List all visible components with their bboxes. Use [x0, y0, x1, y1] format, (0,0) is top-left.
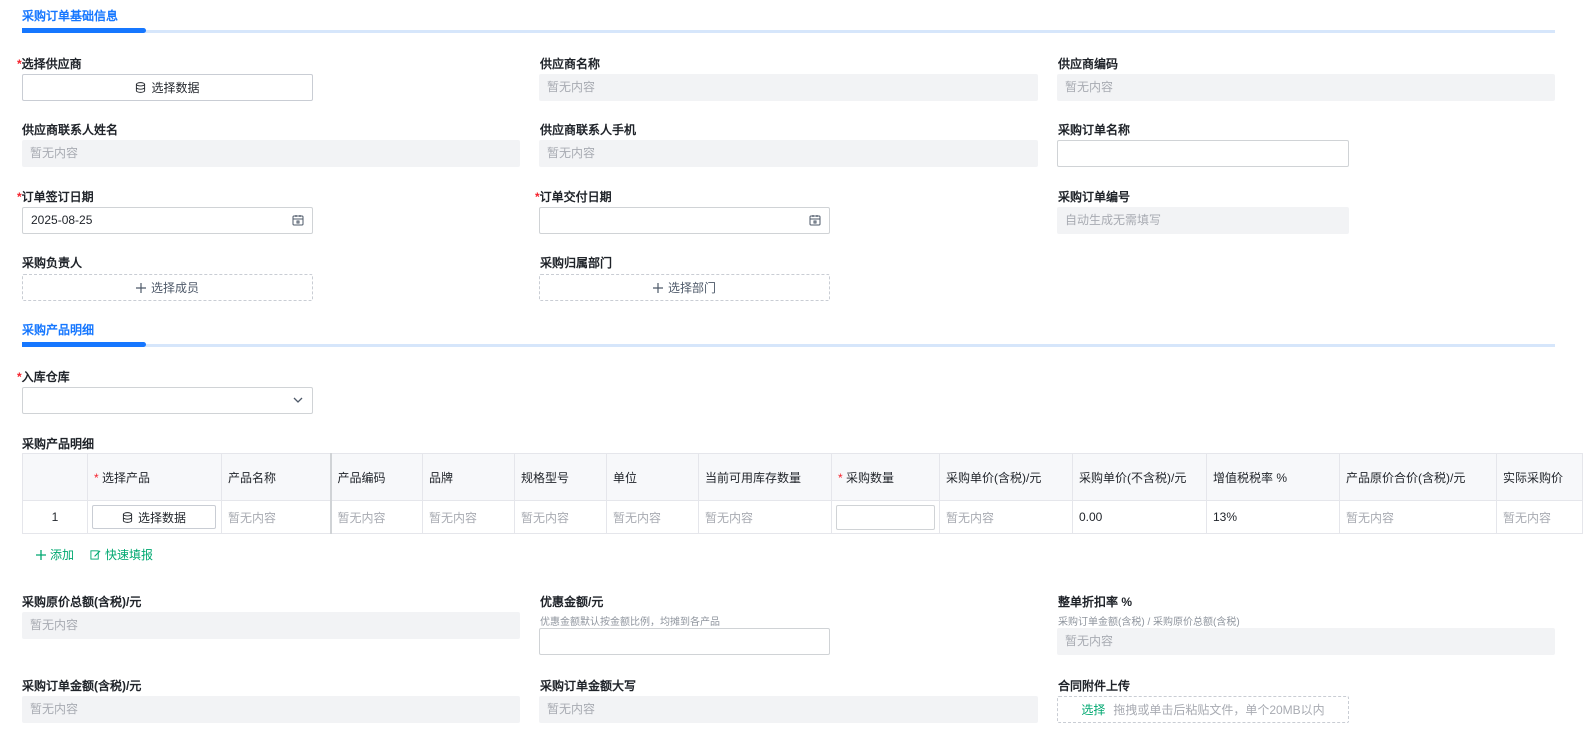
row-brand: 暂无内容 — [422, 500, 515, 534]
row-actual: 暂无内容 — [1496, 500, 1583, 534]
supplier-name-field: 暂无内容 — [539, 74, 1038, 101]
add-row-label: 添加 — [50, 548, 75, 562]
contact-phone-field: 暂无内容 — [539, 140, 1038, 167]
order-name-input[interactable] — [1057, 140, 1349, 167]
section-divider-active — [22, 28, 146, 33]
department-label: 采购归属部门 — [540, 256, 613, 270]
col-brand: 品牌 — [422, 453, 515, 501]
discount-rate-hint: 采购订单金额(含税) / 采购原价总额(含税) — [1058, 617, 1240, 628]
col-code: 产品编码 — [330, 453, 423, 501]
row-price-tax: 暂无内容 — [939, 500, 1073, 534]
col-actual: 实际采购价 — [1496, 453, 1583, 501]
quantity-input[interactable] — [836, 504, 935, 530]
discount-rate-field: 暂无内容 — [1057, 628, 1555, 655]
discount-rate-label: 整单折扣率 % — [1058, 595, 1133, 609]
delivery-date-label: *订单交付日期 — [535, 190, 612, 204]
row-spec: 暂无内容 — [514, 500, 607, 534]
plus-icon — [652, 282, 663, 293]
discount-label: 优惠金额/元 — [540, 595, 604, 609]
database-icon — [136, 82, 146, 93]
section-title-product-detail: 采购产品明细 — [22, 323, 95, 337]
edit-icon — [90, 550, 101, 560]
col-name: 产品名称 — [221, 453, 332, 501]
amount-upper-label: 采购订单金额大写 — [540, 679, 637, 693]
sign-date-value: 2025-08-25 — [31, 213, 93, 227]
attachment-label: 合同附件上传 — [1058, 679, 1131, 693]
plus-icon — [135, 282, 146, 293]
row-vat: 13% — [1206, 500, 1340, 534]
select-product-label: 选择数据 — [137, 510, 186, 525]
select-supplier-button-label: 选择数据 — [151, 81, 200, 95]
quick-fill-button[interactable]: 快速填报 — [90, 546, 153, 563]
col-price-notax: 采购单价(不含税)/元 — [1072, 453, 1207, 501]
select-supplier-button[interactable]: 选择数据 — [22, 74, 313, 101]
database-icon — [122, 511, 133, 523]
delivery-date-picker[interactable] — [539, 207, 830, 234]
select-product-button[interactable]: 选择数据 — [92, 505, 216, 529]
row-index: 1 — [22, 500, 88, 534]
row-orig-total: 暂无内容 — [1339, 500, 1497, 534]
amount-upper-field: 暂无内容 — [539, 696, 1038, 723]
row-qty-cell — [831, 500, 940, 534]
original-total-label: 采购原价总额(含税)/元 — [22, 595, 142, 609]
attachment-upload-area[interactable]: 选择 拖拽或单击后粘贴文件，单个20MB以内 — [1057, 696, 1349, 723]
product-detail-table: * 选择产品 产品名称 产品编码 品牌 规格型号 单位 当前可用库存数量 * 采… — [22, 453, 1583, 534]
col-price-tax: 采购单价(含税)/元 — [939, 453, 1073, 501]
quick-fill-label: 快速填报 — [105, 548, 154, 562]
col-spec: 规格型号 — [514, 453, 607, 501]
owner-label: 采购负责人 — [22, 256, 83, 270]
col-qty: * 采购数量 — [831, 453, 940, 501]
table-row: 1 选择数据 暂无内容 暂无内容 暂无内容 暂无内容 暂无内容 暂无内容 暂无内… — [22, 500, 1583, 534]
supplier-select-label: *选择供应商 — [17, 57, 82, 71]
col-orig-total: 产品原价合价(含税)/元 — [1339, 453, 1497, 501]
supplier-code-label: 供应商编码 — [1058, 57, 1119, 71]
order-name-label: 采购订单名称 — [1058, 123, 1131, 137]
order-amount-field: 暂无内容 — [22, 696, 520, 723]
col-index — [22, 453, 88, 501]
calendar-icon[interactable] — [292, 214, 304, 226]
order-no-field: 自动生成无需填写 — [1057, 207, 1349, 234]
table-header-row: * 选择产品 产品名称 产品编码 品牌 规格型号 单位 当前可用库存数量 * 采… — [22, 453, 1583, 501]
select-member-button[interactable]: 选择成员 — [22, 274, 313, 301]
warehouse-select[interactable] — [22, 387, 313, 414]
section-divider — [22, 30, 1555, 33]
col-product: * 选择产品 — [87, 453, 222, 501]
discount-input[interactable] — [539, 628, 830, 655]
calendar-icon[interactable] — [809, 214, 821, 226]
attachment-hint: 拖拽或单击后粘贴文件，单个20MB以内 — [1113, 703, 1325, 717]
select-department-label: 选择部门 — [667, 281, 716, 295]
add-row-button[interactable]: 添加 — [36, 546, 74, 563]
supplier-name-label: 供应商名称 — [540, 57, 601, 71]
section-title-basic-info: 采购订单基础信息 — [22, 9, 119, 23]
select-member-label: 选择成员 — [150, 281, 199, 295]
col-stock: 当前可用库存数量 — [698, 453, 832, 501]
warehouse-label: *入库仓库 — [17, 370, 70, 384]
sign-date-label: *订单签订日期 — [17, 190, 94, 204]
original-total-field: 暂无内容 — [22, 612, 520, 639]
contact-name-field: 暂无内容 — [22, 140, 520, 167]
discount-hint: 优惠金额默认按金额比例，均摊到各产品 — [540, 617, 720, 628]
sign-date-picker[interactable]: 2025-08-25 — [22, 207, 313, 234]
col-unit: 单位 — [606, 453, 699, 501]
chevron-down-icon — [293, 397, 303, 403]
row-code: 暂无内容 — [330, 500, 423, 534]
attachment-select-link[interactable]: 选择 — [1081, 701, 1105, 718]
row-name: 暂无内容 — [221, 500, 332, 534]
contact-phone-label: 供应商联系人手机 — [540, 123, 637, 137]
contact-name-label: 供应商联系人姓名 — [22, 123, 119, 137]
row-stock: 暂无内容 — [698, 500, 832, 534]
col-vat: 增值税税率 % — [1206, 453, 1340, 501]
row-product-cell: 选择数据 — [87, 500, 222, 534]
plus-icon — [36, 549, 46, 560]
row-unit: 暂无内容 — [606, 500, 699, 534]
section-divider-active — [22, 342, 146, 347]
order-no-label: 采购订单编号 — [1058, 190, 1131, 204]
order-amount-label: 采购订单金额(含税)/元 — [22, 679, 142, 693]
detail-table-label: 采购产品明细 — [22, 437, 95, 451]
section-divider — [22, 344, 1555, 347]
row-price-notax: 0.00 — [1072, 500, 1207, 534]
supplier-code-field: 暂无内容 — [1057, 74, 1555, 101]
select-department-button[interactable]: 选择部门 — [539, 274, 830, 301]
